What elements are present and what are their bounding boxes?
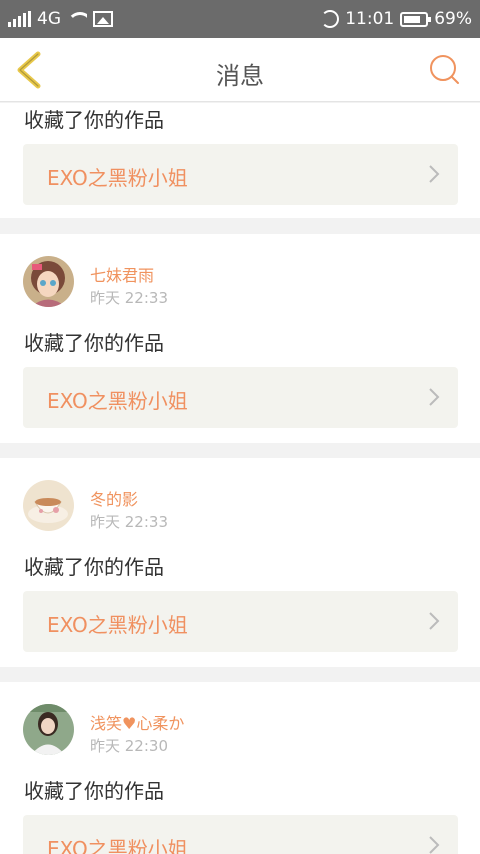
username[interactable]: 冬的影 bbox=[90, 486, 138, 510]
timestamp: 昨天 22:33 bbox=[90, 513, 168, 531]
work-title: EXO之黑粉小姐 bbox=[47, 837, 188, 854]
action-text: 收藏了你的作品 bbox=[24, 331, 164, 355]
page-title: 消息 bbox=[216, 62, 264, 90]
chevron-right-icon bbox=[429, 612, 440, 630]
avatar[interactable] bbox=[23, 256, 74, 307]
list-item: 浅笑♥心柔か 昨天 22:30 收藏了你的作品 EXO之黑粉小姐 bbox=[0, 682, 480, 854]
girl-photo-avatar-image bbox=[23, 704, 74, 755]
avatar[interactable] bbox=[23, 704, 74, 755]
work-title: EXO之黑粉小姐 bbox=[47, 613, 188, 637]
action-text: 收藏了你的作品 bbox=[24, 779, 164, 803]
search-icon bbox=[430, 55, 459, 84]
work-title: EXO之黑粉小姐 bbox=[47, 166, 188, 190]
username[interactable]: 七妹君雨 bbox=[90, 262, 154, 286]
timestamp: 昨天 22:33 bbox=[90, 289, 168, 307]
work-link[interactable]: EXO之黑粉小姐 bbox=[23, 367, 458, 428]
clock-time: 11:01 bbox=[345, 9, 395, 29]
search-button[interactable] bbox=[428, 52, 462, 88]
list-item: 冬的影 昨天 22:33 收藏了你的作品 EXO之黑粉小姐 bbox=[0, 458, 480, 667]
message-list[interactable]: 收藏了你的作品 EXO之黑粉小姐 七妹君雨 昨天 22:33 收藏了你的作品 E… bbox=[0, 103, 480, 854]
chevron-right-icon bbox=[429, 165, 440, 183]
battery-level: 69% bbox=[434, 9, 472, 29]
action-text: 收藏了你的作品 bbox=[24, 108, 164, 132]
list-item: 收藏了你的作品 EXO之黑粉小姐 bbox=[0, 103, 480, 218]
work-link[interactable]: EXO之黑粉小姐 bbox=[23, 591, 458, 652]
header-bar: 消息 bbox=[0, 38, 480, 102]
wifi-icon bbox=[67, 12, 87, 26]
list-item: 七妹君雨 昨天 22:33 收藏了你的作品 EXO之黑粉小姐 bbox=[0, 234, 480, 443]
work-link[interactable]: EXO之黑粉小姐 bbox=[23, 144, 458, 205]
battery-icon bbox=[400, 11, 432, 27]
chevron-right-icon bbox=[429, 836, 440, 854]
network-type: 4G bbox=[37, 9, 61, 29]
headset-icon bbox=[321, 10, 340, 28]
avatar[interactable] bbox=[23, 480, 74, 531]
teacup-avatar-image bbox=[23, 480, 74, 531]
work-link[interactable]: EXO之黑粉小姐 bbox=[23, 815, 458, 854]
chevron-right-icon bbox=[429, 388, 440, 406]
work-title: EXO之黑粉小姐 bbox=[47, 389, 188, 413]
action-text: 收藏了你的作品 bbox=[24, 555, 164, 579]
signal-icon bbox=[8, 11, 31, 27]
username[interactable]: 浅笑♥心柔か bbox=[90, 710, 184, 734]
timestamp: 昨天 22:30 bbox=[90, 737, 168, 755]
status-bar: 4G 11:01 69% bbox=[0, 0, 480, 38]
anime-girl-avatar-image bbox=[23, 256, 74, 307]
image-notification-icon bbox=[93, 11, 113, 27]
